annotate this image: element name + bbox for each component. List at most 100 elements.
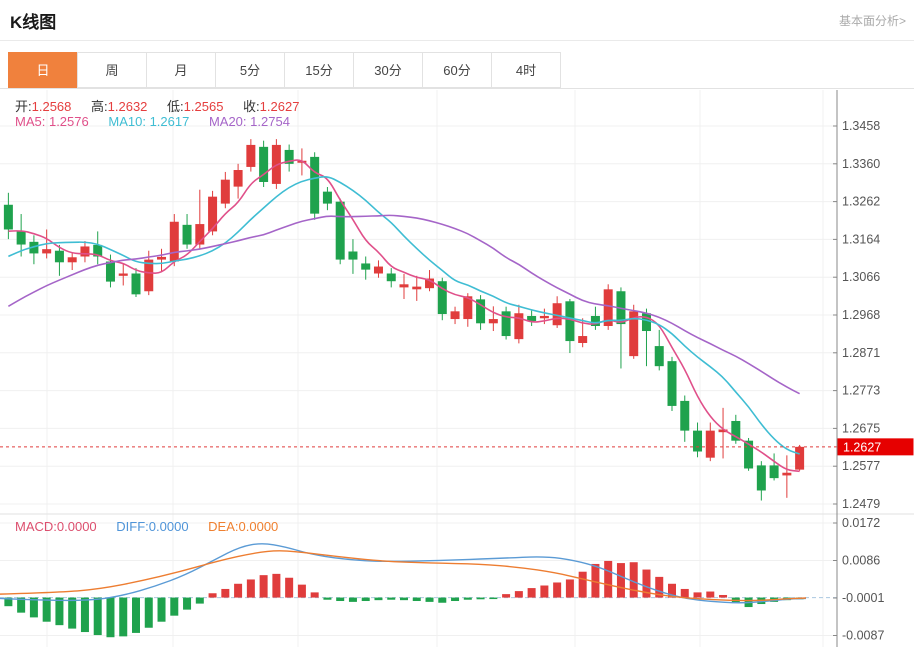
candle-down — [106, 262, 115, 282]
candle-down — [668, 361, 677, 406]
close-value: 1.2627 — [260, 99, 300, 114]
macd-axis-label: -0.0087 — [842, 629, 884, 643]
macd-bar-up — [221, 589, 229, 598]
ma20-line — [8, 215, 799, 393]
candle-down — [693, 431, 702, 452]
candle-up — [540, 316, 549, 318]
price-axis-label: 1.2871 — [842, 346, 880, 360]
macd-value: 0.0000 — [57, 519, 97, 534]
low-value: 1.2565 — [184, 99, 224, 114]
macd-bar-down — [464, 598, 472, 600]
macd-bar-down — [477, 598, 485, 600]
macd-label: MACD: — [15, 519, 57, 534]
candle-up — [119, 273, 128, 275]
macd-bar-up — [579, 572, 587, 598]
candle-up — [234, 170, 243, 187]
current-price-tag-value: 1.2627 — [843, 440, 881, 454]
candle-down — [4, 205, 13, 230]
candle-down — [387, 273, 396, 281]
price-axis-label: 1.2577 — [842, 459, 880, 473]
macd-bar-down — [183, 598, 191, 610]
candle-up — [451, 311, 460, 319]
macd-axis-label: 0.0086 — [842, 554, 880, 568]
candle-up — [489, 319, 498, 323]
macd-bar-up — [617, 563, 625, 597]
macd-bar-down — [145, 598, 153, 628]
macd-bar-down — [374, 598, 382, 601]
macd-bar-down — [30, 598, 38, 618]
macd-bar-down — [170, 598, 178, 616]
candle-down — [680, 401, 689, 431]
ma-readout: MA5: 1.2576 MA10: 1.2617 MA20: 1.2754 — [15, 114, 306, 129]
macd-bar-down — [43, 598, 51, 622]
macd-bar-down — [400, 598, 408, 601]
candle-down — [502, 311, 511, 336]
macd-bar-up — [234, 584, 242, 598]
candle-up — [795, 447, 804, 470]
diff-value: 0.0000 — [149, 519, 189, 534]
candle-up — [208, 197, 217, 232]
macd-bar-down — [336, 598, 344, 601]
kline-page: K线图 基本面分析> 日 周 月 5分 15分 30分 60分 4时 1.345… — [0, 0, 914, 647]
macd-bar-down — [119, 598, 127, 637]
candle-up — [157, 257, 166, 260]
candle-up — [68, 257, 77, 262]
low-label: 低: — [167, 99, 184, 114]
candle-up — [400, 284, 409, 287]
diff-label: DIFF: — [116, 519, 149, 534]
candle-up — [578, 336, 587, 343]
macd-bar-up — [502, 594, 510, 597]
macd-bar-down — [426, 598, 434, 602]
macd-bar-up — [285, 578, 293, 598]
ma5-label: MA5: — [15, 114, 45, 129]
candle-down — [323, 192, 332, 204]
ma10-label: MA10: — [108, 114, 146, 129]
macd-bar-down — [387, 598, 395, 600]
candle-down — [527, 316, 536, 321]
close-label: 收: — [243, 99, 260, 114]
candle-up — [144, 260, 153, 292]
price-axis-label: 1.2675 — [842, 421, 880, 435]
price-axis-label: 1.3164 — [842, 232, 880, 246]
candle-up — [412, 287, 421, 290]
candle-up — [246, 145, 255, 167]
candle-down — [361, 263, 370, 269]
candle-down — [770, 465, 779, 478]
price-axis-label: 1.3262 — [842, 195, 880, 209]
candle-down — [336, 202, 345, 260]
candle-down — [310, 157, 319, 214]
candle-down — [183, 225, 192, 245]
macd-bar-up — [209, 593, 217, 597]
macd-axis-label: -0.0001 — [842, 591, 884, 605]
macd-bar-down — [158, 598, 166, 622]
macd-bar-down — [451, 598, 459, 601]
macd-bar-up — [260, 575, 268, 597]
price-axis-label: 1.3360 — [842, 157, 880, 171]
candle-up — [374, 267, 383, 274]
macd-bar-down — [196, 598, 204, 604]
price-axis-label: 1.2479 — [842, 497, 880, 511]
high-label: 高: — [91, 99, 108, 114]
ma10-value: 1.2617 — [150, 114, 190, 129]
macd-bar-up — [604, 561, 612, 598]
candle-up — [706, 431, 715, 458]
price-axis-label: 1.3066 — [842, 270, 880, 284]
candle-up — [42, 249, 51, 253]
macd-bar-down — [323, 598, 331, 600]
ohlc-readout: 开:1.2568 高:1.2632 低:1.2565 收:1.2627 — [15, 96, 315, 115]
macd-bar-up — [694, 592, 702, 597]
dea-label: DEA: — [208, 519, 238, 534]
macd-bar-down — [55, 598, 63, 626]
macd-axis-label: 0.0172 — [842, 516, 880, 530]
ma20-label: MA20: — [209, 114, 247, 129]
price-axis-label: 1.3458 — [842, 119, 880, 133]
ma20-value: 1.2754 — [250, 114, 290, 129]
macd-bar-down — [349, 598, 357, 602]
candle-down — [565, 301, 574, 341]
candle-down — [55, 251, 64, 263]
macd-bar-up — [719, 595, 727, 598]
candle-up — [782, 473, 791, 476]
macd-bar-up — [566, 579, 574, 597]
candle-up — [170, 222, 179, 262]
open-value: 1.2568 — [32, 99, 72, 114]
